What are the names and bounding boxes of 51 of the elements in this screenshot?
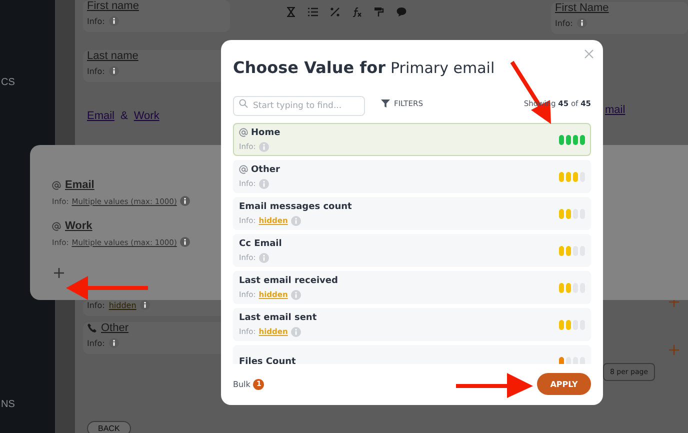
- value-option[interactable]: Files Count: [233, 345, 591, 364]
- phone-icon: [87, 323, 97, 333]
- field-label[interactable]: Email: [65, 179, 94, 191]
- field-link[interactable]: Email: [87, 110, 115, 122]
- info-icon: [576, 18, 587, 28]
- info-icon: [258, 178, 269, 188]
- percent-icon[interactable]: [330, 7, 340, 17]
- info-label: Info:: [87, 66, 105, 76]
- info-label: Info:: [87, 16, 105, 26]
- field-link[interactable]: Work: [134, 110, 160, 122]
- info-icon: [180, 237, 190, 247]
- field-link[interactable]: mail: [605, 104, 688, 116]
- info-icon: [108, 16, 119, 26]
- info-label: Info:: [87, 300, 105, 310]
- field-label[interactable]: Work: [65, 220, 92, 232]
- bulk-label: Bulk: [233, 380, 250, 388]
- at-icon: [52, 222, 61, 230]
- field-label[interactable]: First name: [87, 0, 139, 12]
- back-button[interactable]: BACK: [87, 421, 131, 433]
- at-icon: [239, 128, 248, 137]
- field-label[interactable]: Other: [101, 322, 129, 334]
- info-icon: [258, 142, 269, 152]
- info-icon: [290, 326, 301, 336]
- field-name: Primary email: [390, 59, 495, 77]
- apply-button[interactable]: APPLY: [537, 373, 591, 395]
- at-icon: [239, 165, 248, 174]
- funnel-icon: [381, 98, 390, 108]
- plus-icon[interactable]: [54, 268, 64, 278]
- info-icon: [290, 290, 301, 300]
- close-icon[interactable]: [584, 49, 594, 59]
- function-icon[interactable]: [352, 7, 362, 17]
- hourglass-icon[interactable]: [286, 7, 296, 17]
- info-icon: [108, 66, 119, 76]
- field-label[interactable]: Last name: [87, 50, 138, 62]
- info-label: Info:: [87, 338, 105, 348]
- info-icon: [180, 196, 190, 206]
- field-label[interactable]: First Name: [555, 2, 609, 14]
- paint-roller-icon[interactable]: [374, 7, 384, 17]
- dialog-title: Choose Value for: [233, 58, 386, 77]
- sidebar-item[interactable]: CS: [1, 77, 55, 88]
- info-label: Info:: [555, 18, 573, 28]
- info-icon: [258, 252, 269, 262]
- info-icon: [290, 216, 301, 226]
- search-field[interactable]: Start typing to find...: [233, 96, 365, 116]
- separator-text: &: [120, 110, 128, 122]
- list-icon[interactable]: [308, 7, 318, 17]
- info-link[interactable]: hidden: [108, 300, 136, 310]
- sidebar-item[interactable]: NS: [1, 399, 55, 410]
- chat-icon[interactable]: [396, 7, 407, 17]
- info-icon: [108, 338, 119, 348]
- at-icon: [52, 180, 61, 190]
